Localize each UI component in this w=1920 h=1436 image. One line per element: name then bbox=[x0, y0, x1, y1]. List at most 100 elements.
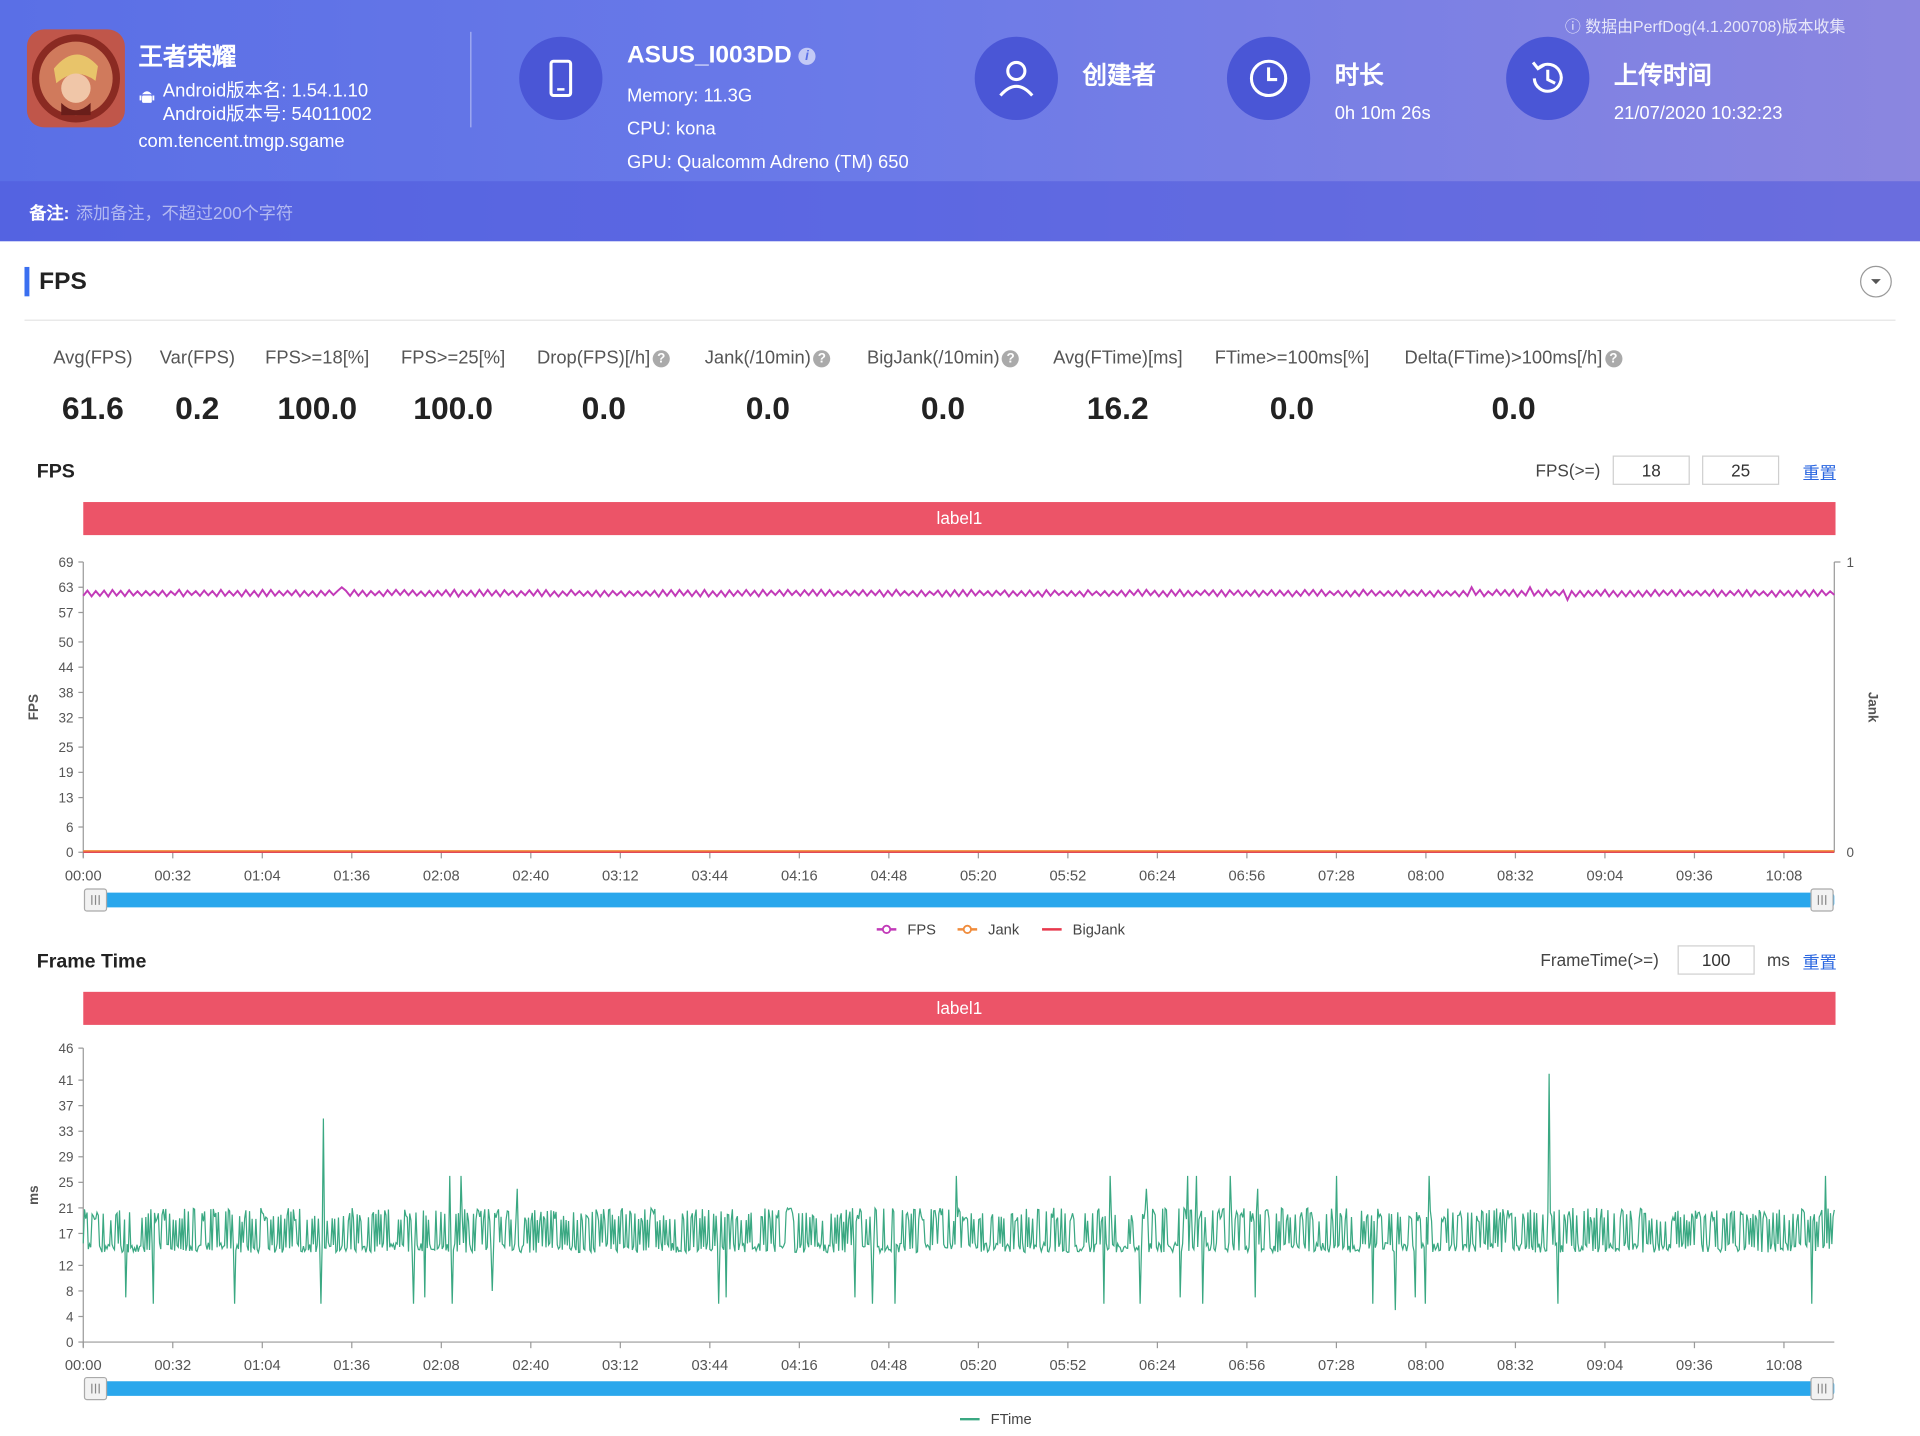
duration-value: 0h 10m 26s bbox=[1334, 102, 1431, 124]
x-tick-label: 10:08 bbox=[1766, 868, 1803, 884]
x-tick-label: 09:04 bbox=[1587, 1358, 1624, 1374]
legend-item-ftime[interactable]: FTime bbox=[960, 1412, 1032, 1428]
frametime-chart: 0 4 8 12 17 21 25 29 33 37 41 46 00:00 00:32 01:04 01:3… bbox=[26, 1041, 1835, 1428]
user-icon bbox=[974, 36, 1058, 121]
phone-icon bbox=[519, 36, 603, 121]
app-package: com.tencent.tmgp.sgame bbox=[138, 131, 345, 152]
clock-icon bbox=[1226, 36, 1311, 121]
y-tick-label: 57 bbox=[59, 605, 74, 620]
legend-label: FTime bbox=[991, 1412, 1032, 1428]
x-tick-label: 08:00 bbox=[1408, 868, 1445, 884]
legend-marker bbox=[962, 924, 972, 934]
ft-reset-link[interactable]: 重置 bbox=[1802, 950, 1836, 974]
legend-marker bbox=[881, 924, 892, 934]
metric-value: 100.0 bbox=[277, 389, 358, 427]
legend-item-jank[interactable]: Jank bbox=[957, 922, 1020, 938]
x-tick-label: 01:36 bbox=[333, 1358, 370, 1374]
help-icon[interactable]: ? bbox=[813, 350, 831, 368]
x-tick-label: 05:52 bbox=[1049, 868, 1086, 884]
x-tick-label: 06:56 bbox=[1229, 868, 1266, 884]
x-tick-label: 08:00 bbox=[1408, 1358, 1445, 1374]
x-tick-label: 02:08 bbox=[423, 868, 460, 884]
x-tick-label: 06:56 bbox=[1229, 1358, 1266, 1374]
ft-threshold-input[interactable]: 100 bbox=[1677, 945, 1755, 975]
metric-value: 0.0 bbox=[1491, 389, 1536, 427]
x-tick-label: 02:40 bbox=[512, 868, 549, 884]
metric-value: 100.0 bbox=[413, 389, 493, 427]
fps-threshold-input-1[interactable]: 18 bbox=[1612, 455, 1690, 485]
creator-label: 创建者 bbox=[1082, 62, 1156, 90]
x-tick-label: 06:24 bbox=[1139, 868, 1176, 884]
collapse-button[interactable] bbox=[1860, 265, 1892, 298]
upload-label: 上传时间 bbox=[1613, 62, 1712, 90]
x-tick-label: 09:04 bbox=[1587, 868, 1624, 884]
x-tick-label: 07:28 bbox=[1318, 1358, 1355, 1374]
device-memory: Memory: 11.3G bbox=[626, 85, 753, 107]
y-tick-label: 41 bbox=[59, 1073, 74, 1088]
metric-label: FPS>=25[%] bbox=[401, 347, 506, 369]
source-note: ⓘ 数据由PerfDog(4.1.200708)版本收集 bbox=[1564, 17, 1846, 36]
legend-item-fps[interactable]: FPS bbox=[876, 922, 936, 938]
y-tick-label: 25 bbox=[59, 1175, 74, 1190]
y-tick-label: 6 bbox=[66, 820, 73, 835]
device-info-icon[interactable]: i bbox=[798, 47, 816, 65]
ft-label-bar[interactable]: label1 bbox=[83, 991, 1836, 1025]
device-cpu: CPU: kona bbox=[626, 118, 716, 140]
app-version-name: Android版本名: 1.54.1.10 bbox=[162, 80, 369, 102]
y-tick-label: 21 bbox=[59, 1201, 74, 1216]
x-tick-label: 01:36 bbox=[333, 868, 370, 884]
help-icon[interactable]: ? bbox=[1002, 350, 1020, 368]
help-icon[interactable]: ? bbox=[1604, 350, 1622, 368]
y-tick-label: 0 bbox=[66, 1335, 73, 1350]
remark-bar: 备注: 添加备注，不超过200个字符 bbox=[0, 181, 1920, 242]
metric-label: Jank(/10min)? bbox=[705, 348, 831, 369]
x-tick-label: 06:24 bbox=[1139, 1358, 1176, 1374]
help-icon[interactable]: ? bbox=[652, 350, 670, 368]
metric-value: 0.0 bbox=[1269, 389, 1315, 427]
legend-label: FPS bbox=[907, 922, 936, 938]
x-tick-label: 04:48 bbox=[870, 868, 907, 884]
report-header: 王者荣耀 Android版本名: 1.54.1.10 Android版本号: 5… bbox=[0, 0, 1920, 242]
time-range-slider[interactable] bbox=[88, 892, 1835, 908]
x-tick-label: 10:08 bbox=[1766, 1358, 1803, 1374]
x-tick-label: 03:12 bbox=[602, 868, 639, 884]
x-tick-label: 00:00 bbox=[65, 1358, 102, 1374]
x-tick-label: 05:52 bbox=[1049, 1358, 1086, 1374]
y2-tick-label: 1 bbox=[1847, 555, 1854, 570]
y2-tick-label: 0 bbox=[1847, 845, 1854, 860]
x-tick-label: 05:20 bbox=[960, 1358, 997, 1374]
y-tick-label: 46 bbox=[59, 1041, 74, 1056]
x-tick-label: 04:16 bbox=[781, 1358, 818, 1374]
remark-input[interactable]: 添加备注，不超过200个字符 bbox=[76, 201, 293, 225]
time-range-slider[interactable] bbox=[88, 1381, 1835, 1396]
legend-item-bigjank[interactable]: BigJank bbox=[1042, 922, 1126, 938]
y-tick-label: 44 bbox=[59, 660, 74, 675]
metric-value: 0.2 bbox=[175, 389, 220, 427]
header-divider bbox=[470, 31, 472, 128]
ft-chart-title: Frame Time bbox=[36, 951, 147, 973]
fps-reset-link[interactable]: 重置 bbox=[1802, 460, 1836, 484]
metric-label: BigJank(/10min)? bbox=[867, 348, 1020, 369]
section-title: FPS bbox=[24, 266, 87, 297]
device-name: ASUS_I003DD i bbox=[627, 42, 816, 70]
y-tick-label: 0 bbox=[66, 845, 73, 860]
fps-threshold-label: FPS(>=) bbox=[1535, 460, 1601, 481]
metric-value: 16.2 bbox=[1086, 389, 1149, 427]
y-tick-label: 25 bbox=[59, 740, 74, 755]
metric-label: Avg(FPS) bbox=[53, 347, 133, 369]
metric-value: 0.0 bbox=[920, 389, 966, 427]
x-tick-label: 09:36 bbox=[1676, 868, 1713, 884]
fps-label-bar[interactable]: label1 bbox=[83, 502, 1836, 536]
y-tick-label: 12 bbox=[59, 1258, 74, 1273]
fps-threshold-input-2[interactable]: 25 bbox=[1702, 455, 1780, 485]
device-gpu: GPU: Qualcomm Adreno (TM) 650 bbox=[626, 151, 909, 173]
info-icon: ⓘ bbox=[1564, 17, 1581, 36]
x-tick-label: 05:20 bbox=[960, 868, 997, 884]
legend-label: Jank bbox=[988, 922, 1020, 938]
metric-label: FPS>=18[%] bbox=[265, 347, 370, 369]
y-tick-label: 63 bbox=[59, 580, 74, 595]
ft-threshold-label: FrameTime(>=) bbox=[1540, 950, 1659, 970]
x-tick-label: 03:44 bbox=[691, 868, 728, 884]
x-tick-label: 04:48 bbox=[870, 1358, 907, 1374]
app-icon bbox=[26, 29, 125, 128]
